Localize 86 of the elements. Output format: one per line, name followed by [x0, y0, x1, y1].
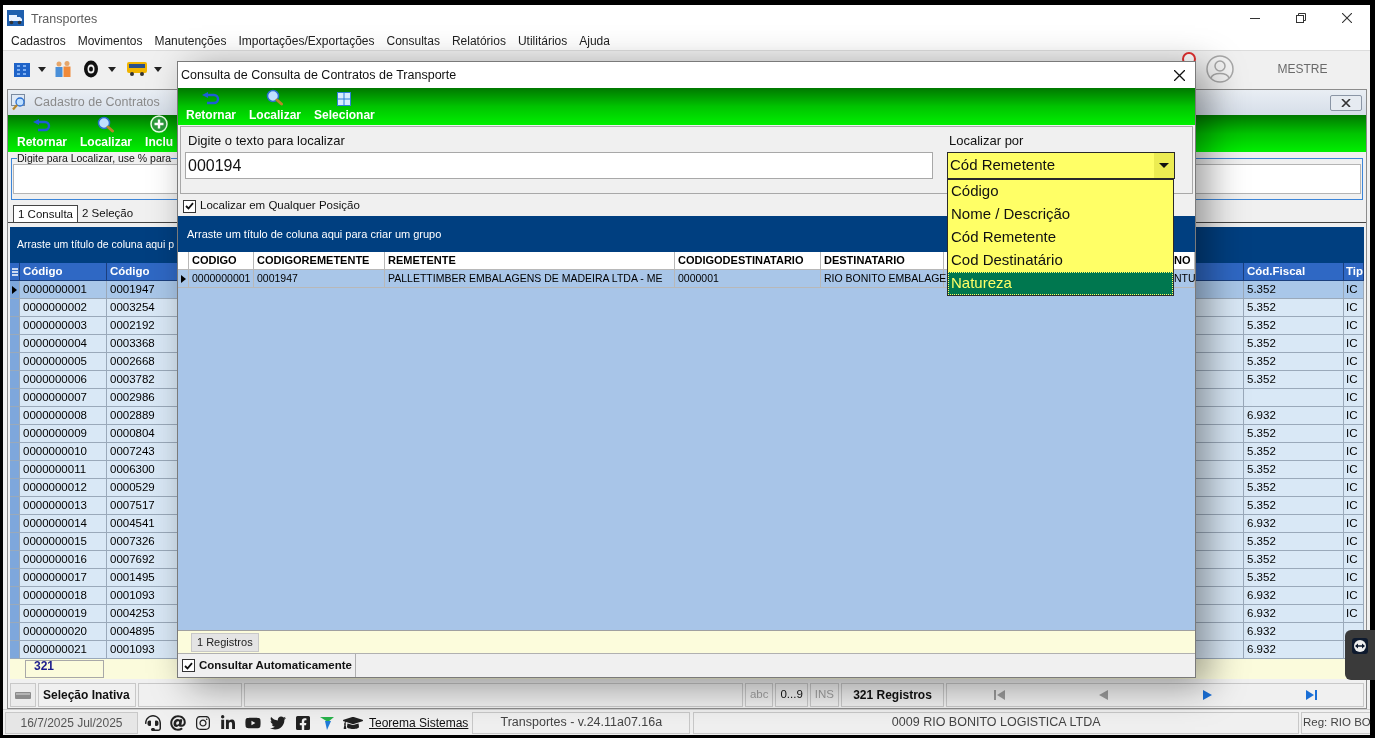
menu-item[interactable]: Utilitários	[511, 32, 574, 49]
headset-icon[interactable]	[145, 714, 161, 731]
tire-icon[interactable]	[83, 60, 99, 78]
close-icon	[1342, 13, 1352, 23]
checkbox-label: Consultar Automaticamente	[199, 657, 352, 673]
grid-icon	[337, 92, 352, 106]
building-icon[interactable]	[14, 61, 30, 77]
dialog-title: Consulta de Consulta de Contratos de Transporte	[181, 66, 457, 84]
key-indicator: INS	[809, 683, 839, 707]
table-cell: RIO BONITO EMBALAGE	[821, 270, 944, 288]
record-total: 321 Registros	[841, 683, 944, 707]
region-display: Reg: RIO BO	[1301, 711, 1370, 734]
dropdown-option[interactable]: Natureza	[948, 272, 1173, 295]
user-name: MESTRE	[1277, 61, 1328, 78]
close-icon	[1173, 69, 1185, 81]
checkmark-icon	[184, 661, 193, 670]
record-count: 1 Registros	[191, 632, 259, 652]
table-cell: NTU	[1173, 270, 1195, 288]
skip-to-end-icon	[1305, 690, 1317, 700]
linkedin-icon[interactable]	[220, 714, 236, 731]
search-field[interactable]: 000194	[185, 152, 933, 179]
triangle-left-icon	[1098, 690, 1108, 700]
key-icon	[15, 691, 31, 699]
caret-down-icon[interactable]	[38, 66, 46, 72]
version-display: Transportes - v.24.11a07.16a	[472, 711, 691, 734]
table-cell: PALLETTIMBER EMBALAGENS DE MADEIRA LTDA - ME	[385, 270, 675, 288]
double-arrow-icon	[1352, 638, 1368, 654]
plus-icon	[150, 115, 169, 133]
search-label: Digite para Localizar, use % para	[17, 152, 172, 164]
truck-icon	[7, 10, 24, 26]
at-sign-icon[interactable]	[170, 714, 186, 731]
menu-item[interactable]: Importações/Exportações	[232, 32, 381, 49]
twitter-icon[interactable]	[270, 714, 286, 731]
caret-down-icon[interactable]	[154, 66, 162, 72]
toggle-button[interactable]	[10, 683, 36, 707]
row-selector[interactable]	[10, 281, 20, 299]
tab[interactable]: 2 Seleção	[78, 205, 138, 222]
search-icon	[97, 116, 116, 133]
triangle-logo-icon[interactable]	[320, 715, 334, 730]
key-indicator: abc	[744, 683, 774, 707]
row-pointer-icon	[180, 274, 186, 283]
restore-icon	[1296, 13, 1306, 23]
return-arrow-icon	[32, 119, 52, 133]
remote-support-tab[interactable]	[1345, 630, 1375, 680]
close-icon	[1341, 98, 1351, 107]
menu-item[interactable]: Ajuda	[573, 32, 616, 49]
menu-item[interactable]: Manutenções	[148, 32, 233, 49]
checkbox[interactable]	[183, 199, 196, 213]
child-window-title: Cadastro de Contratos	[34, 94, 160, 112]
table-cell: 0000000001	[189, 270, 254, 288]
column-chooser-icon[interactable]	[11, 267, 18, 276]
instagram-icon[interactable]	[195, 714, 211, 731]
total-value: 321	[25, 660, 104, 678]
dropdown-option[interactable]: Código	[948, 180, 1173, 203]
window-title: Transportes	[31, 10, 98, 28]
return-arrow-icon	[201, 92, 221, 106]
minimize-icon	[1250, 17, 1260, 19]
search-by-label: Localizar por	[949, 133, 1025, 149]
checkmark-icon	[185, 202, 194, 210]
checkbox-label: Localizar em Qualquer Posição	[200, 198, 360, 214]
user-avatar-icon[interactable]	[1206, 55, 1234, 83]
search-icon	[266, 89, 285, 106]
search-label: Digite o texto para localizar	[188, 133, 346, 149]
menu-item[interactable]: Cadastros	[5, 32, 72, 49]
facebook-icon[interactable]	[295, 714, 311, 731]
company-display: 0009 RIO BONITO LOGISTICA LTDA	[693, 711, 1299, 734]
menu-item[interactable]: Consultas	[380, 32, 446, 49]
company-link[interactable]: Teorema Sistemas	[369, 713, 469, 732]
dropdown-option[interactable]: Cód Remetente	[948, 226, 1173, 249]
caret-down-icon[interactable]	[108, 66, 116, 72]
skip-to-start-icon	[993, 690, 1005, 700]
checkbox[interactable]	[182, 659, 195, 672]
key-indicator: 0...9	[775, 683, 808, 707]
table-cell: 0000001	[675, 270, 821, 288]
date-display: 16/7/2025 Jul/2025	[5, 711, 138, 734]
table-cell: 0001947	[254, 270, 385, 288]
menu-item[interactable]: Movimentos	[71, 32, 149, 49]
people-icon[interactable]	[54, 60, 72, 78]
menu-item[interactable]: Relatórios	[445, 32, 512, 49]
selection-status: Seleção Inativa	[38, 683, 136, 707]
bus-icon[interactable]	[127, 62, 147, 76]
search-by-select[interactable]: Cód Remetente	[947, 152, 1175, 179]
row-pointer-icon	[12, 285, 17, 294]
child-close-button[interactable]	[1330, 94, 1362, 111]
triangle-right-icon	[1202, 690, 1212, 700]
tab[interactable]: 1 Consulta	[13, 205, 78, 222]
